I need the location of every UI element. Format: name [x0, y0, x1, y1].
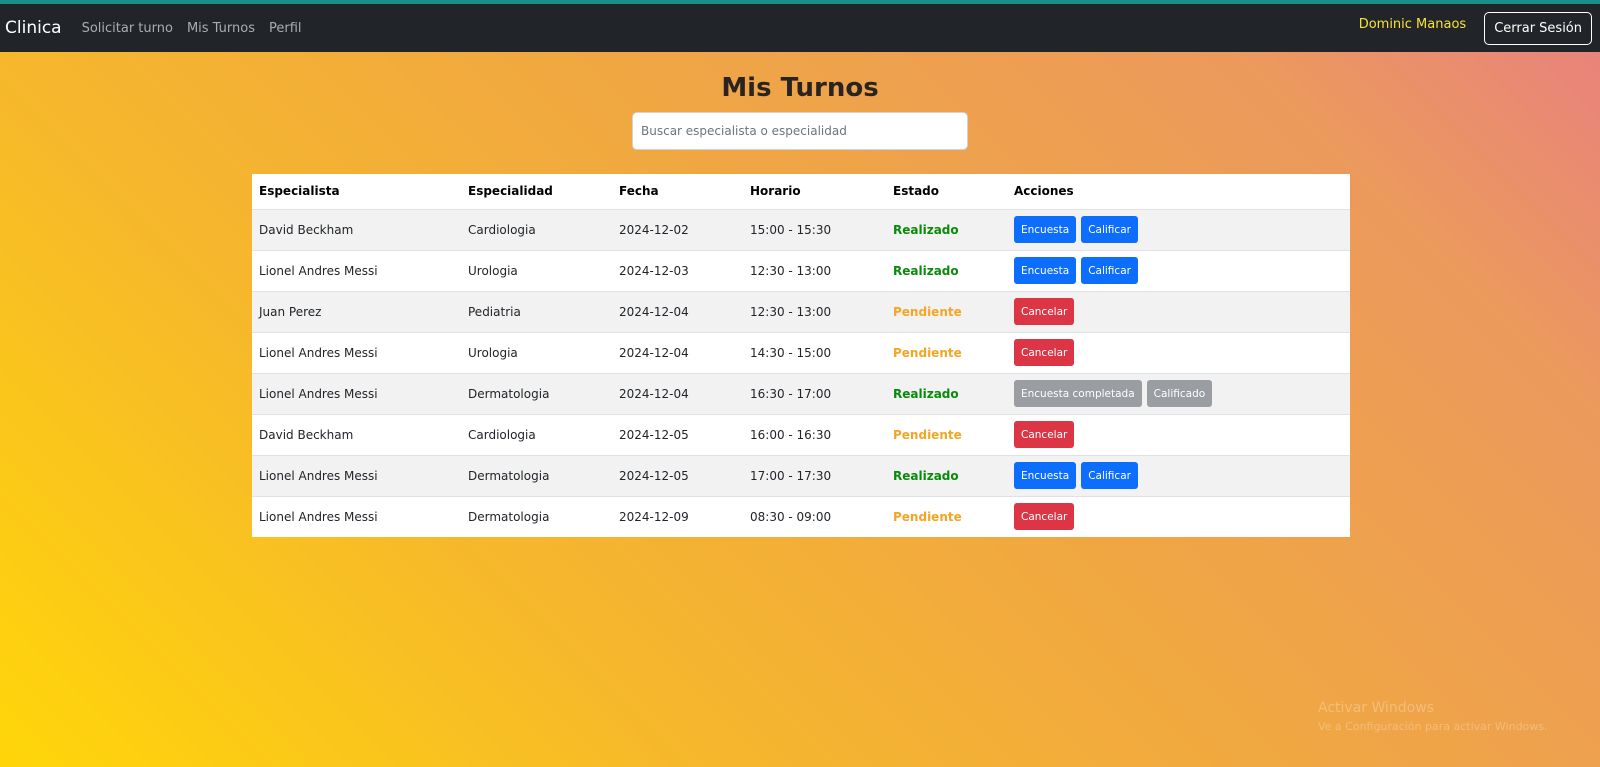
cancelar-button[interactable]: Cancelar — [1014, 421, 1075, 448]
cell-acciones: Encuesta Calificar — [1007, 209, 1350, 251]
cell-fecha: 2024-12-03 — [612, 250, 743, 292]
encuesta-button[interactable]: Encuesta — [1014, 216, 1077, 243]
cell-acciones: Encuesta Calificar — [1007, 455, 1350, 497]
cell-estado: Realizado — [886, 209, 1007, 251]
cancelar-button[interactable]: Cancelar — [1014, 339, 1075, 366]
cancelar-button[interactable]: Cancelar — [1014, 503, 1075, 531]
cell-horario: 16:30 - 17:00 — [743, 373, 886, 415]
cell-fecha: 2024-12-05 — [612, 414, 743, 456]
cell-horario: 12:30 - 13:00 — [743, 291, 886, 333]
cell-especialista: Lionel Andres Messi — [259, 509, 378, 524]
watermark-line2: Ve a Configuración para activar Windows. — [1318, 720, 1548, 733]
cell-horario: 12:30 - 13:00 — [743, 250, 886, 292]
logout-button[interactable]: Cerrar Sesión — [1484, 12, 1592, 45]
appointments-table: Especialista Especialidad Fecha Horario … — [252, 174, 1350, 537]
brand-link[interactable]: Clinica — [5, 18, 62, 38]
cell-especialista: Juan Perez — [252, 291, 461, 333]
cell-horario: 14:30 - 15:00 — [743, 332, 886, 374]
table-row: Lionel Andres Messi Dermatologia 2024-12-0… — [252, 496, 1350, 537]
cell-acciones: Encuesta completada Calificado — [1007, 373, 1350, 415]
cell-acciones: Encuesta Calificar — [1007, 250, 1350, 292]
cell-estado: Pendiente — [886, 332, 1007, 374]
cell-fecha: 2024-12-05 — [612, 455, 743, 497]
col-estado: Estado — [886, 174, 1007, 210]
table-row: Lionel Andres Messi Urologia 2024-12-04 14:… — [252, 332, 1350, 374]
watermark-line1: Activar Windows — [1318, 700, 1434, 716]
table-header-row: Especialista Especialidad Fecha Horario … — [252, 174, 1350, 210]
cell-especialidad: Urologia — [461, 250, 612, 292]
cell-especialista: David Beckham — [252, 209, 461, 251]
nav-perfil[interactable]: Perfil — [269, 21, 302, 36]
table-row: Lionel Andres Messi Dermatologia 2024-12-0… — [252, 373, 1350, 415]
col-fecha: Fecha — [612, 174, 743, 210]
table-row: David Beckham Cardiologia 2024-12-05 16:00 … — [252, 414, 1350, 456]
cell-especialidad: Dermatologia — [461, 455, 612, 497]
nav-right: Dominic Manaos Cerrar Sesión — [1359, 12, 1592, 45]
cell-especialista: Lionel Andres Messi — [252, 455, 461, 497]
cell-acciones: Cancelar — [1007, 496, 1350, 537]
cell-acciones: Cancelar — [1007, 332, 1350, 374]
cell-especialidad: Dermatologia — [468, 509, 550, 524]
cell-fecha: 2024-12-04 — [612, 291, 743, 333]
cell-especialidad: Dermatologia — [461, 373, 612, 415]
cell-especialidad: Urologia — [461, 332, 612, 374]
search-input[interactable] — [632, 112, 968, 150]
cell-estado: Pendiente — [886, 291, 1007, 333]
navbar: Clinica Solicitar turno Mis Turnos Perfi… — [0, 4, 1600, 52]
cell-especialista: Lionel Andres Messi — [252, 373, 461, 415]
cell-estado: Pendiente — [893, 509, 962, 524]
cell-horario: 17:00 - 17:30 — [743, 455, 886, 497]
cell-fecha: 2024-12-02 — [612, 209, 743, 251]
nav-mis-turnos[interactable]: Mis Turnos — [187, 21, 255, 36]
cell-acciones: Cancelar — [1007, 291, 1350, 333]
cell-especialidad: Cardiologia — [461, 209, 612, 251]
encuesta-button[interactable]: Encuesta — [1014, 257, 1077, 284]
encuesta-button[interactable]: Encuesta — [1014, 462, 1077, 489]
col-acciones: Acciones — [1007, 174, 1350, 210]
cell-especialista: Lionel Andres Messi — [252, 250, 461, 292]
cell-estado: Realizado — [886, 373, 1007, 415]
calificado-button: Calificado — [1146, 380, 1213, 407]
calificar-button[interactable]: Calificar — [1081, 462, 1138, 489]
cell-horario: 08:30 - 09:00 — [750, 509, 832, 524]
windows-watermark: Activar Windows Ve a Configuración para … — [1318, 700, 1548, 733]
cell-fecha: 2024-12-04 — [612, 332, 743, 374]
table-row: Juan Perez Pediatria 2024-12-04 12:30 - 13:… — [252, 291, 1350, 333]
cell-horario: 16:00 - 16:30 — [743, 414, 886, 456]
cell-fecha: 2024-12-09 — [619, 509, 689, 524]
cell-especialista: Lionel Andres Messi — [252, 332, 461, 374]
table-row: Lionel Andres Messi Urologia 2024-12-03 12:… — [252, 250, 1350, 292]
cell-especialista: David Beckham — [252, 414, 461, 456]
cell-horario: 15:00 - 15:30 — [743, 209, 886, 251]
cell-especialidad: Pediatria — [461, 291, 612, 333]
user-name: Dominic Manaos — [1358, 17, 1467, 32]
table-row: Lionel Andres Messi Dermatologia 2024-12-0… — [252, 455, 1350, 497]
cell-especialidad: Cardiologia — [461, 414, 612, 456]
calificar-button[interactable]: Calificar — [1081, 216, 1138, 243]
cancelar-button[interactable]: Cancelar — [1014, 298, 1075, 325]
cell-estado: Realizado — [886, 455, 1007, 497]
page-title: Mis Turnos — [721, 73, 879, 103]
col-especialista: Especialista — [252, 174, 461, 210]
col-horario: Horario — [743, 174, 886, 210]
cell-estado: Realizado — [886, 250, 1007, 292]
nav-links: Solicitar turno Mis Turnos Perfil — [82, 21, 316, 36]
cell-estado: Pendiente — [886, 414, 1007, 456]
cell-fecha: 2024-12-04 — [612, 373, 743, 415]
table-row: David Beckham Cardiologia 2024-12-02 15:00 … — [252, 209, 1350, 251]
calificar-button[interactable]: Calificar — [1081, 257, 1138, 284]
cell-acciones: Cancelar — [1007, 414, 1350, 456]
encuesta-completada-button: Encuesta completada — [1014, 380, 1142, 407]
appointments-table-wrap: Especialista Especialidad Fecha Horario … — [252, 174, 1350, 537]
nav-solicitar-turno[interactable]: Solicitar turno — [82, 21, 173, 36]
col-especialidad: Especialidad — [461, 174, 612, 210]
